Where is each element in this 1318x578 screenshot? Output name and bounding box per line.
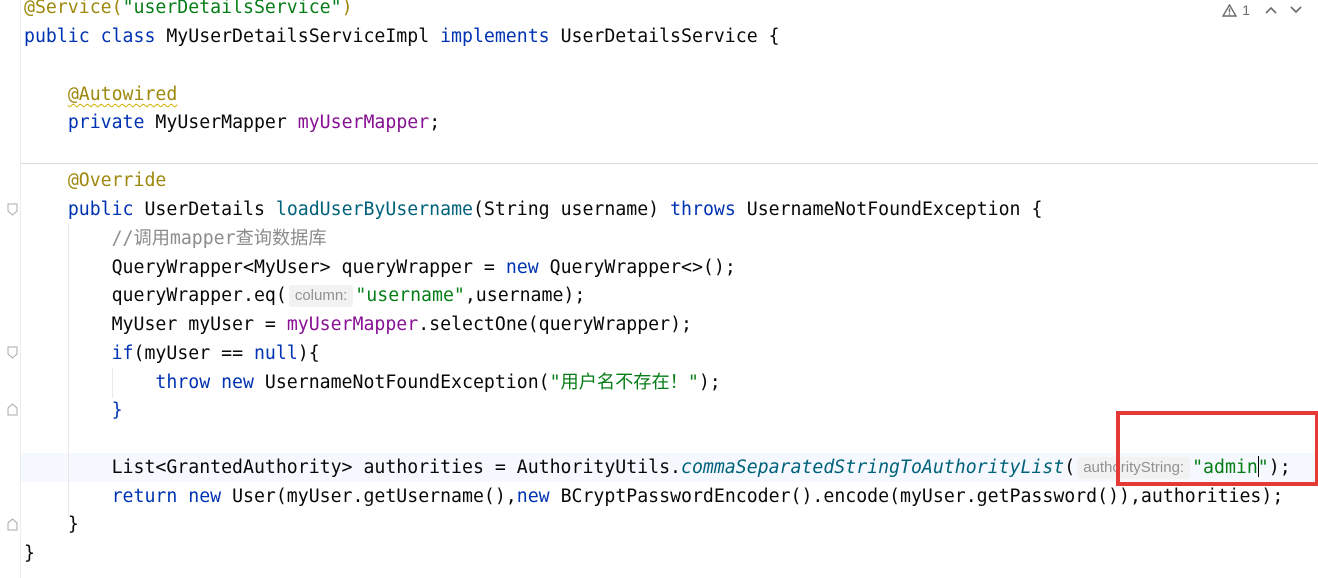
code-line[interactable]: }	[24, 539, 35, 568]
chevron-down-icon[interactable]	[1290, 6, 1302, 14]
fold-end-marker-icon[interactable]	[7, 403, 18, 416]
fold-marker-icon[interactable]	[7, 346, 18, 359]
method-separator	[21, 163, 1318, 164]
inspection-widget[interactable]: 1	[1222, 0, 1302, 20]
chevron-up-icon[interactable]	[1265, 6, 1277, 14]
code-line[interactable]: QueryWrapper<MyUser> queryWrapper = new …	[24, 253, 736, 282]
parameter-hint: authorityString:	[1077, 457, 1191, 479]
code-line[interactable]: //调用mapper查询数据库	[24, 224, 327, 253]
code-line[interactable]: @Override	[24, 166, 167, 195]
code-line[interactable]: MyUser myUser = myUserMapper.selectOne(q…	[24, 310, 692, 339]
gutter-divider	[20, 0, 21, 578]
code-line[interactable]: if(myUser == null){	[24, 339, 320, 368]
code-line[interactable]: throw new UsernameNotFoundException("用户名…	[24, 368, 720, 397]
code-line[interactable]: }	[24, 510, 79, 539]
code-line-current[interactable]: List<GrantedAuthority> authorities = Aut…	[24, 453, 1291, 482]
code-line[interactable]: }	[24, 396, 123, 425]
fold-marker-icon[interactable]	[7, 203, 18, 216]
fold-end-marker-icon[interactable]	[7, 518, 18, 531]
warning-count: 1	[1242, 2, 1250, 18]
code-line[interactable]: @Service("userDetailsService")	[24, 0, 353, 22]
editor-gutter[interactable]	[0, 0, 20, 578]
parameter-hint: column:	[288, 285, 354, 307]
code-line[interactable]: return new User(myUser.getUsername(),new…	[24, 482, 1284, 511]
code-line[interactable]: public UserDetails loadUserByUsername(St…	[24, 195, 1043, 224]
code-line[interactable]: @Autowired	[24, 80, 178, 109]
code-editor[interactable]: 1 @Service("userDetailsService") public …	[0, 0, 1318, 578]
code-line[interactable]: public class MyUserDetailsServiceImpl im…	[24, 22, 780, 51]
code-line[interactable]: queryWrapper.eq(column: "username",userna…	[24, 281, 585, 310]
warning-triangle-icon[interactable]	[1222, 3, 1238, 17]
code-line[interactable]: private MyUserMapper myUserMapper;	[24, 108, 440, 137]
